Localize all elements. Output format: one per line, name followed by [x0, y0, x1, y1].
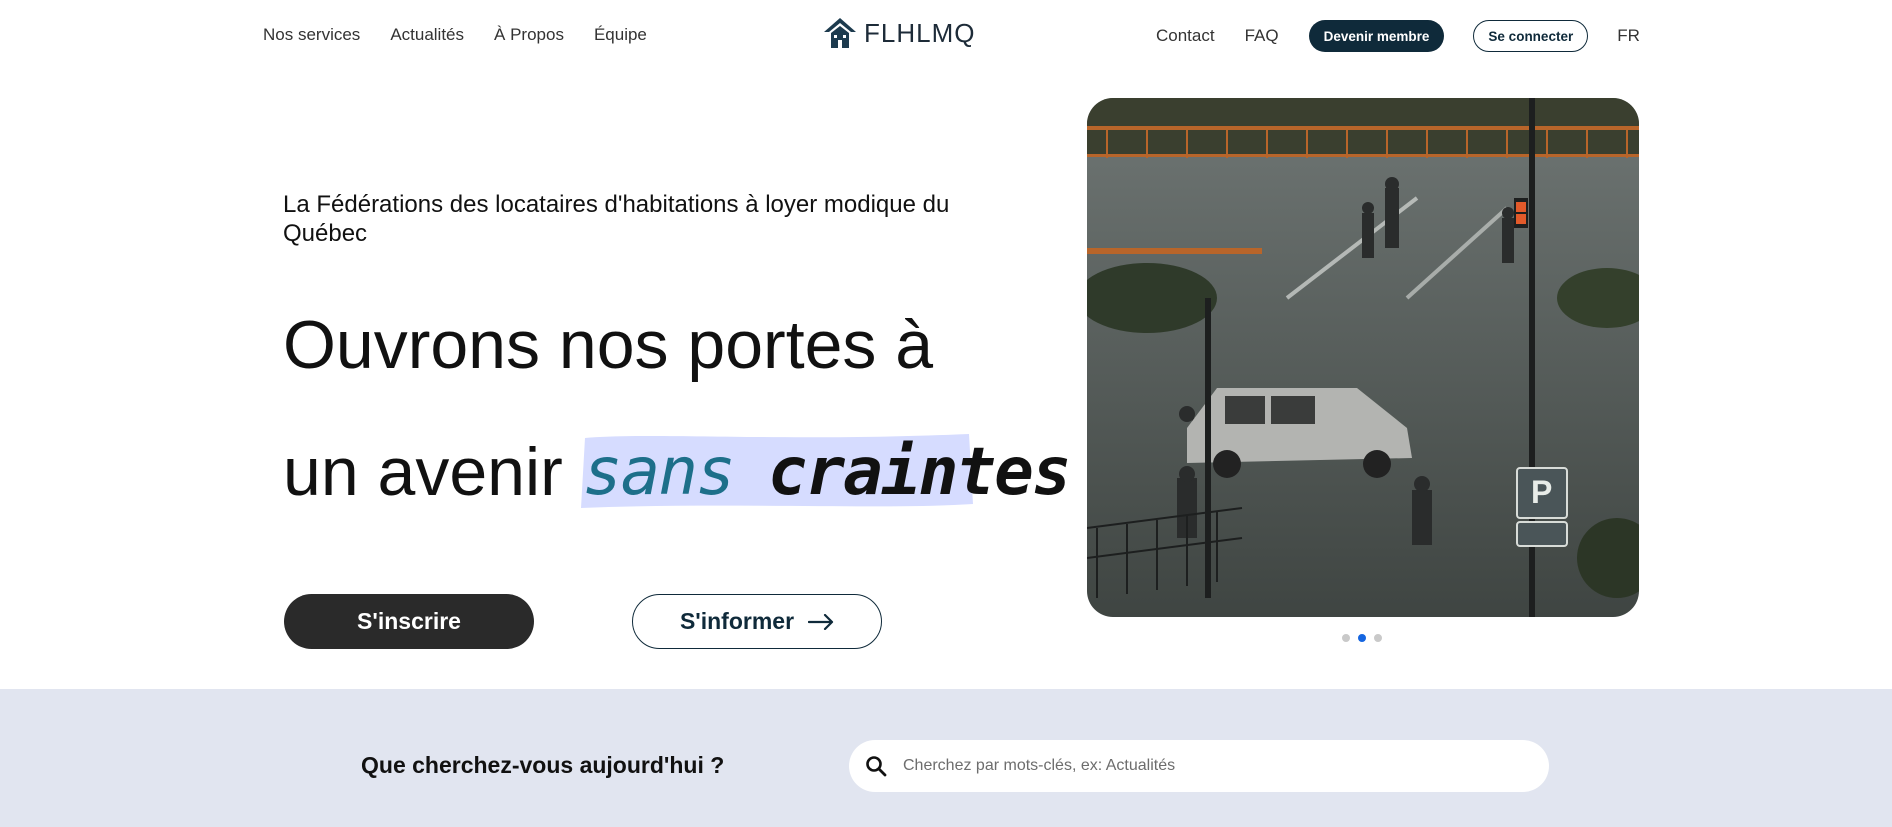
logo-text: FLHLMQ [864, 17, 976, 48]
carousel-dot-1[interactable] [1342, 634, 1350, 642]
primary-nav: Nos services Actualités À Propos Équipe [263, 25, 647, 45]
flooded-street-photo: P [1087, 98, 1639, 617]
search-bar[interactable] [849, 740, 1549, 792]
highlight-word-craintes: craintes [767, 433, 1072, 510]
nav-link-faq[interactable]: FAQ [1245, 26, 1279, 46]
hero-headline-line2: un avenir sans craintes [283, 432, 1072, 512]
house-logo-icon [824, 18, 856, 48]
nav-link-team[interactable]: Équipe [594, 25, 647, 45]
arrow-right-icon [808, 613, 834, 630]
carousel-pagination [1342, 634, 1382, 642]
highlight-word-sans: sans [582, 433, 736, 510]
nav-link-about[interactable]: À Propos [494, 25, 564, 45]
search-input[interactable] [903, 757, 1503, 775]
nav-link-services[interactable]: Nos services [263, 25, 360, 45]
search-section: Que cherchez-vous aujourd'hui ? [0, 689, 1892, 827]
signup-button[interactable]: S'inscrire [284, 594, 534, 649]
hero-subtitle: La Fédérations des locataires d'habitati… [283, 191, 950, 247]
inform-button-label: S'informer [679, 608, 795, 634]
headline-prefix: un avenir [283, 434, 563, 510]
nav-link-contact[interactable]: Contact [1156, 26, 1215, 46]
become-member-button[interactable]: Devenir membre [1308, 20, 1445, 52]
svg-text:P: P [1531, 474, 1552, 510]
search-heading: Que cherchez-vous aujourd'hui ? [361, 752, 725, 778]
login-button[interactable]: Se connecter [1473, 20, 1589, 52]
hero-headline-line1: Ouvrons nos portes à [283, 307, 934, 383]
nav-link-news[interactable]: Actualités [390, 25, 464, 45]
language-switch[interactable]: FR [1617, 26, 1640, 46]
carousel-dot-3[interactable] [1374, 634, 1382, 642]
secondary-nav: Contact FAQ Devenir membre Se connecter … [1156, 20, 1640, 52]
site-logo[interactable]: FLHLMQ [822, 16, 975, 50]
inform-button[interactable]: S'informer [632, 594, 882, 649]
hero-carousel-slide[interactable]: P [1087, 98, 1639, 617]
carousel-dot-2[interactable] [1358, 634, 1366, 642]
headline-highlight: sans craintes [580, 432, 1072, 512]
search-icon [866, 756, 887, 777]
